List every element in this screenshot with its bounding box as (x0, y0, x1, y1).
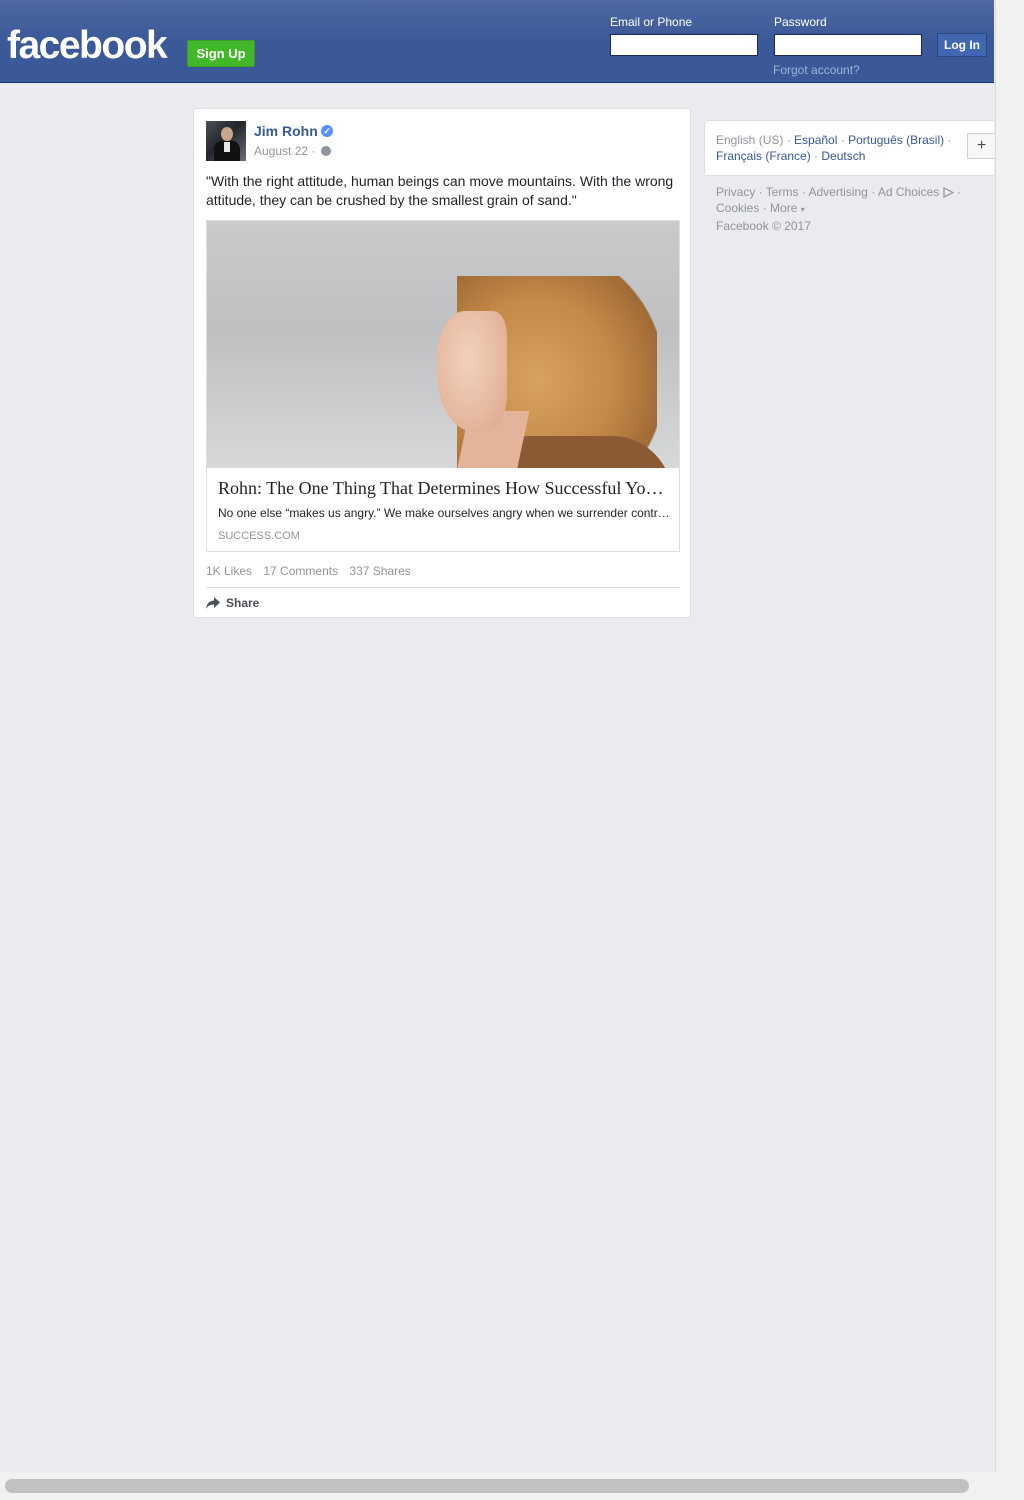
language-list: English (US) · Español · Português (Bras… (716, 133, 952, 163)
password-field[interactable] (774, 34, 922, 56)
link-description: No one else “makes us angry.” We make ou… (218, 506, 670, 520)
footer-link-terms[interactable]: Terms (766, 185, 799, 199)
ad-choices-icon (942, 187, 954, 199)
verified-badge-icon: ✓ (321, 125, 333, 137)
post-card: Jim Rohn ✓ August 22 · "With the right a… (193, 108, 691, 618)
sign-up-button[interactable]: Sign Up (187, 40, 255, 67)
share-label: Share (226, 596, 260, 610)
footer-links: Privacy · Terms · Advertising · Ad Choic… (716, 185, 961, 233)
shares-count[interactable]: 337 Shares (349, 564, 410, 578)
divider (206, 587, 680, 588)
footer-link-more[interactable]: More (770, 201, 797, 215)
link-title[interactable]: Rohn: The One Thing That Determines How … (218, 478, 670, 499)
globe-icon (321, 146, 331, 156)
footer-link-cookies[interactable]: Cookies (716, 201, 759, 215)
email-label: Email or Phone (610, 15, 693, 29)
language-current: English (US) (716, 133, 784, 147)
footer-link-ad-choices[interactable]: Ad Choices (878, 185, 939, 199)
footer-link-privacy[interactable]: Privacy (716, 185, 755, 199)
language-link[interactable]: Deutsch (821, 149, 865, 163)
horizontal-scrollbar-thumb[interactable] (5, 1479, 969, 1493)
email-field[interactable] (610, 34, 758, 56)
post-date[interactable]: August 22 · (254, 144, 315, 158)
forgot-account-link[interactable]: Forgot account? (773, 63, 860, 77)
more-languages-button[interactable]: + (967, 133, 995, 159)
link-preview[interactable]: Rohn: The One Thing That Determines How … (206, 220, 680, 552)
password-label: Password (774, 15, 827, 29)
vertical-scrollbar[interactable] (995, 0, 1024, 1472)
post-text: "With the right attitude, human beings c… (206, 173, 674, 208)
share-arrow-icon (206, 597, 220, 609)
likes-count[interactable]: 1K Likes (206, 564, 252, 578)
link-preview-image[interactable] (207, 221, 679, 468)
chevron-down-icon: ▾ (800, 205, 805, 214)
author-avatar[interactable] (206, 121, 246, 161)
top-navigation-bar: facebook Sign Up Email or Phone Password… (0, 0, 994, 83)
language-link[interactable]: Français (France) (716, 149, 811, 163)
language-link[interactable]: Português (Brasil) (848, 133, 944, 147)
author-name[interactable]: Jim Rohn (254, 123, 318, 139)
post-stats: 1K Likes 17 Comments 337 Shares (206, 564, 419, 578)
facebook-logo[interactable]: facebook (7, 24, 168, 68)
comments-count[interactable]: 17 Comments (263, 564, 338, 578)
share-button[interactable]: Share (206, 596, 259, 610)
language-selector: English (US) · Español · Português (Bras… (704, 120, 995, 176)
log-in-button[interactable]: Log In (937, 33, 987, 57)
link-domain: SUCCESS.COM (218, 530, 300, 542)
footer-link-advertising[interactable]: Advertising (808, 185, 867, 199)
language-link[interactable]: Español (794, 133, 837, 147)
horizontal-scrollbar[interactable] (0, 1472, 1024, 1500)
copyright: Facebook © 2017 (716, 219, 811, 233)
